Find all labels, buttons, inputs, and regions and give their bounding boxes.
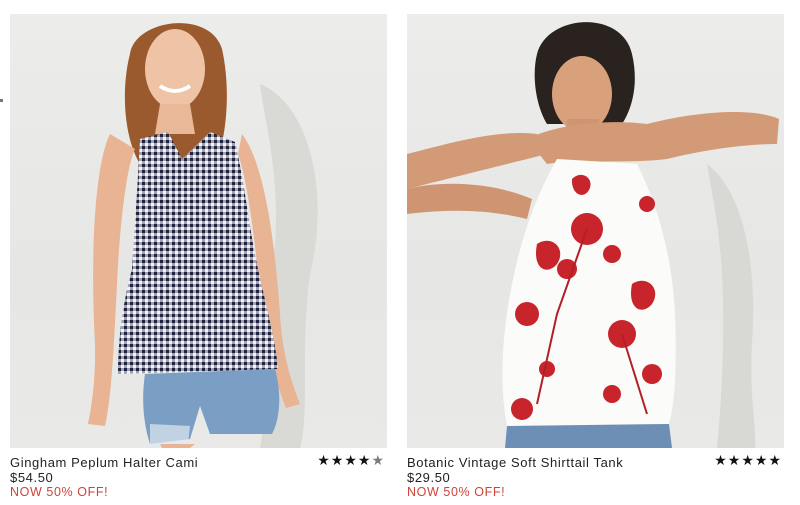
product-price: $29.50 (407, 470, 451, 485)
product-name[interactable]: Botanic Vintage Soft Shirttail Tank (407, 455, 623, 470)
product-info: Gingham Peplum Halter Cami $54.50 NOW 50… (10, 448, 387, 499)
model-photo-gingham-top-icon (88, 23, 318, 448)
rating-stars[interactable]: ★★★★★ (317, 453, 385, 469)
promo-text: NOW 50% OFF! (407, 485, 506, 499)
promo-text: NOW 50% OFF! (10, 485, 109, 499)
star-icon-full: ★★★★★ (714, 453, 782, 469)
product-card-botanic[interactable]: Botanic Vintage Soft Shirttail Tank $29.… (407, 14, 784, 499)
rating-stars[interactable]: ★★★★★ (714, 453, 782, 469)
product-price: $54.50 (10, 470, 54, 485)
product-name[interactable]: Gingham Peplum Halter Cami (10, 455, 198, 470)
product-image[interactable] (10, 14, 387, 448)
product-info: Botanic Vintage Soft Shirttail Tank $29.… (407, 448, 784, 499)
product-grid: Gingham Peplum Halter Cami $54.50 NOW 50… (0, 0, 800, 505)
model-photo-floral-tank-icon (407, 22, 779, 448)
star-half-icon: ★ (371, 453, 385, 469)
product-image[interactable] (407, 14, 784, 448)
product-card-gingham[interactable]: Gingham Peplum Halter Cami $54.50 NOW 50… (10, 14, 387, 499)
star-icon-full: ★★★★ (317, 453, 372, 469)
